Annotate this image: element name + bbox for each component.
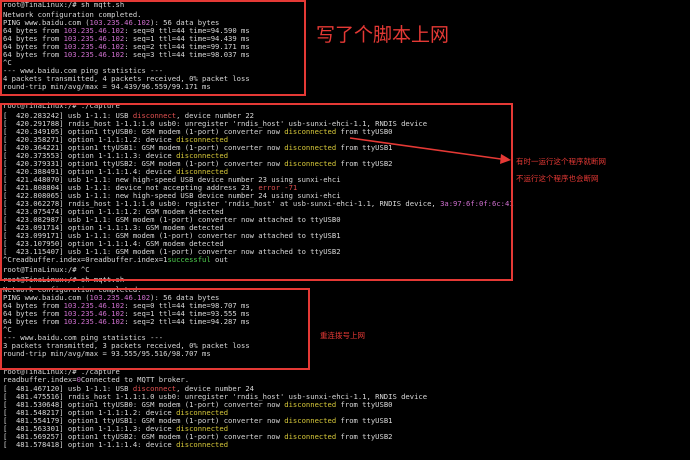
terminal-text-segment: from ttyUSB1 — [336, 416, 393, 425]
annotation-box-capture-log — [0, 103, 513, 281]
terminal-text-segment: from ttyUSB2 — [336, 432, 393, 441]
annotation-script-note: 写了个脚本上网 — [316, 24, 450, 46]
annotation-disconnect-note-1: 有时一运行这个程序就断网 — [516, 157, 606, 166]
annotation-redial-note: 重连拨号上网 — [320, 331, 365, 340]
terminal-text-segment: disconnected — [284, 416, 337, 425]
annotation-disconnect-note-2: 不运行这个程序也会断网 — [516, 174, 599, 183]
terminal-text-segment: disconnected — [284, 432, 337, 441]
annotation-box-first-ping — [0, 0, 306, 96]
terminal-text-segment: readbuffer.index= — [3, 375, 77, 384]
terminal-text-segment: [ 481.578418] option 1-1.1:1.4: device — [3, 440, 177, 449]
terminal-line: [ 481.578418] option 1-1.1:1.4: device d… — [3, 440, 228, 450]
annotation-box-second-ping — [0, 288, 310, 370]
terminal-text-segment: Connected to MQTT broker. — [80, 375, 190, 384]
terminal-text-segment: disconnected — [176, 440, 229, 449]
terminal-text-segment: disconnected — [284, 400, 337, 409]
terminal-text-segment: from ttyUSB0 — [336, 400, 393, 409]
